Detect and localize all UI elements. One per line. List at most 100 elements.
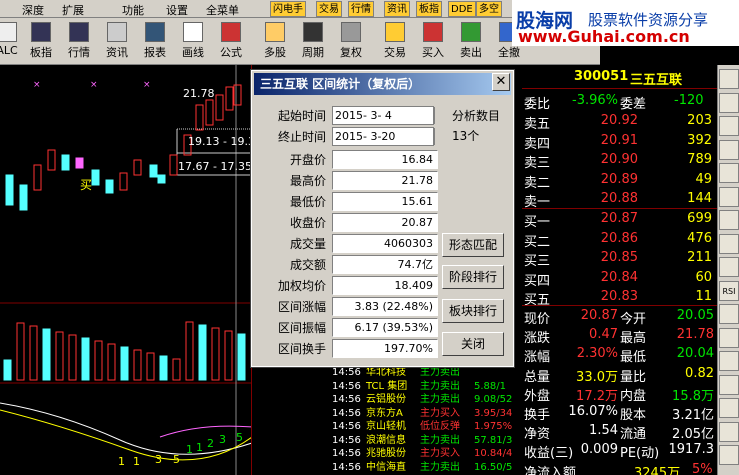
tool-icon[interactable] (719, 186, 739, 207)
level-label: 买一 (524, 215, 551, 230)
stat-value-field[interactable]: 3.83 (22.48%) (332, 297, 438, 316)
toolbar-period[interactable]: 周期 (294, 20, 332, 63)
tool-icon[interactable] (719, 374, 739, 395)
stat-value-field[interactable]: 197.70% (332, 339, 438, 358)
ticker-row[interactable]: 14:56 TCL 集团 主力卖出 5.88/1 (332, 380, 522, 393)
stat-label: 今开 (620, 312, 647, 327)
ticker-row[interactable]: 14:56 京山轻机 低位反弹 1.975% (332, 420, 522, 433)
close-icon[interactable]: ✕ (492, 73, 510, 91)
toolbar-label: 周期 (302, 46, 324, 59)
tool-icon[interactable] (719, 92, 739, 113)
stat-value-field[interactable]: 20.87 (332, 213, 438, 232)
interval-stats-dialog: 三五互联 区间统计（复权后） ✕ 起始时间 2015- 3- 4 分析数目 终止… (250, 69, 515, 368)
watermark-banner: 股海网 股票软件资源分享 www.Guhai.com.cn (512, 0, 739, 46)
start-date-field[interactable]: 2015- 3- 4 (332, 106, 434, 125)
tool-icon[interactable] (719, 421, 739, 442)
stat-value-field[interactable]: 6.17 (39.53%) (332, 318, 438, 337)
toolbar-multistock[interactable]: 多股 (256, 20, 294, 63)
level-volume: 699 (687, 211, 712, 226)
volume-bar (42, 328, 51, 381)
ticker-tag: 低位反弹 (420, 421, 460, 432)
inflow-value: 3245万 (634, 466, 681, 475)
buy-row[interactable]: 买四 20.84 60 (522, 270, 717, 289)
stage-rank-button[interactable]: 阶段排行 (442, 265, 504, 289)
tool-icon[interactable] (719, 210, 739, 230)
tool-icon[interactable] (719, 116, 739, 136)
ticker-row[interactable]: 14:56 中信海直 主力卖出 16.50/5 (332, 461, 522, 474)
tool-icon[interactable] (719, 445, 739, 465)
menu-settings[interactable]: 设置 (166, 2, 188, 18)
quick-news[interactable]: 资讯 (384, 1, 410, 17)
end-date-spinner[interactable] (434, 128, 448, 145)
stat-row: 外盘 17.2万 内盘 15.8万 (522, 385, 717, 404)
stat-value: 15.8万 (672, 388, 714, 404)
tool-icon[interactable] (719, 139, 739, 160)
toolbar-news[interactable]: 资讯 (98, 20, 136, 63)
quick-trade[interactable]: 交易 (316, 1, 342, 17)
sell-row[interactable]: 卖五 20.92 203 (522, 113, 717, 132)
pattern-match-button[interactable]: 形态匹配 (442, 233, 504, 257)
start-date-spinner[interactable] (434, 107, 448, 124)
kline-chart[interactable]: × × × 21.78 19.13 - 19.3 17.67 - 17.35 买… (0, 65, 252, 475)
buy-row[interactable]: 买一 20.87 699 (522, 211, 717, 230)
quick-quote[interactable]: 行情 (348, 1, 374, 17)
quick-lightning[interactable]: 闪电手 (270, 1, 306, 17)
close-button[interactable]: 关闭 (442, 332, 504, 356)
toolbar-trade[interactable]: 交易 (376, 20, 414, 63)
toolbar-formula[interactable]: 公式 (212, 20, 250, 63)
stat-value: 20.87 (580, 308, 618, 323)
tool-icon[interactable] (719, 327, 739, 348)
quick-dde[interactable]: DDE (448, 1, 476, 17)
toolbar-restore[interactable]: 复权 (332, 20, 370, 63)
quick-longshort[interactable]: 多空 (476, 1, 502, 17)
sell-row[interactable]: 卖三 20.90 789 (522, 152, 717, 171)
ticker-row[interactable]: 14:56 京东方A 主力买入 3.95/34 (332, 407, 522, 420)
toolbar-draw[interactable]: 画线 (174, 20, 212, 63)
ticker-row[interactable]: 14:56 兆驰股份 主力买入 10.84/4 (332, 447, 522, 460)
tool-icon[interactable] (719, 69, 739, 89)
level-label: 买二 (524, 234, 551, 250)
stat-label: 换手 (524, 408, 551, 423)
ticker-row[interactable]: 14:56 华北科技 主力卖出 (332, 366, 522, 379)
stat-value-field[interactable]: 16.84 (332, 150, 438, 169)
stat-value-field[interactable]: 18.409 (332, 276, 438, 295)
buy-row[interactable]: 买三 20.85 211 (522, 250, 717, 269)
quick-index[interactable]: 板指 (416, 1, 442, 17)
ticker-time: 14:56 (332, 367, 361, 378)
news-icon (107, 22, 127, 42)
stat-label: 量比 (620, 369, 647, 385)
toolbar-label: 卖出 (460, 46, 482, 59)
buy-row[interactable]: 买二 20.86 476 (522, 231, 717, 250)
stat-value-field[interactable]: 15.61 (332, 192, 438, 211)
stat-value-field[interactable]: 74.7亿 (332, 255, 438, 274)
period-icon (303, 22, 323, 42)
ticker-value: 9.08/52 (474, 394, 513, 405)
toolbar-index[interactable]: 板指 (22, 20, 60, 63)
menu-function[interactable]: 功能 (122, 2, 144, 18)
tool-icon[interactable] (719, 257, 739, 277)
menu-all[interactable]: 全菜单 (206, 2, 239, 18)
stat-value-field[interactable]: 4060303 (332, 234, 438, 253)
end-date-field[interactable]: 2015- 3-20 (332, 127, 434, 146)
menu-depth[interactable]: 深度 (22, 2, 44, 18)
stat-value-field[interactable]: 21.78 (332, 171, 438, 190)
tool-icon[interactable] (719, 233, 739, 254)
sector-rank-button[interactable]: 板块排行 (442, 299, 504, 323)
toolbar-buy[interactable]: 买入 (414, 20, 452, 63)
toolbar-report[interactable]: 报表 (136, 20, 174, 63)
tool-icon[interactable] (719, 304, 739, 324)
menu-extend[interactable]: 扩展 (62, 2, 84, 18)
tool-icon[interactable] (719, 163, 739, 183)
tool-icon[interactable] (719, 398, 739, 418)
toolbar-sell[interactable]: 卖出 (452, 20, 490, 63)
stat-label: 区间振幅 (277, 321, 326, 335)
ticker-row[interactable]: 14:56 云铝股份 主力卖出 9.08/52 (332, 393, 522, 406)
sell-row[interactable]: 卖二 20.89 49 (522, 172, 717, 191)
tool-icon[interactable]: RSI (719, 280, 739, 301)
candle (91, 169, 100, 186)
ticker-row[interactable]: 14:56 浪潮信息 主力卖出 57.81/3 (332, 434, 522, 447)
tool-icon[interactable] (719, 351, 739, 371)
volume-bar (81, 337, 90, 381)
toolbar-quote[interactable]: 行情 (60, 20, 98, 63)
sell-row[interactable]: 卖四 20.91 392 (522, 133, 717, 152)
